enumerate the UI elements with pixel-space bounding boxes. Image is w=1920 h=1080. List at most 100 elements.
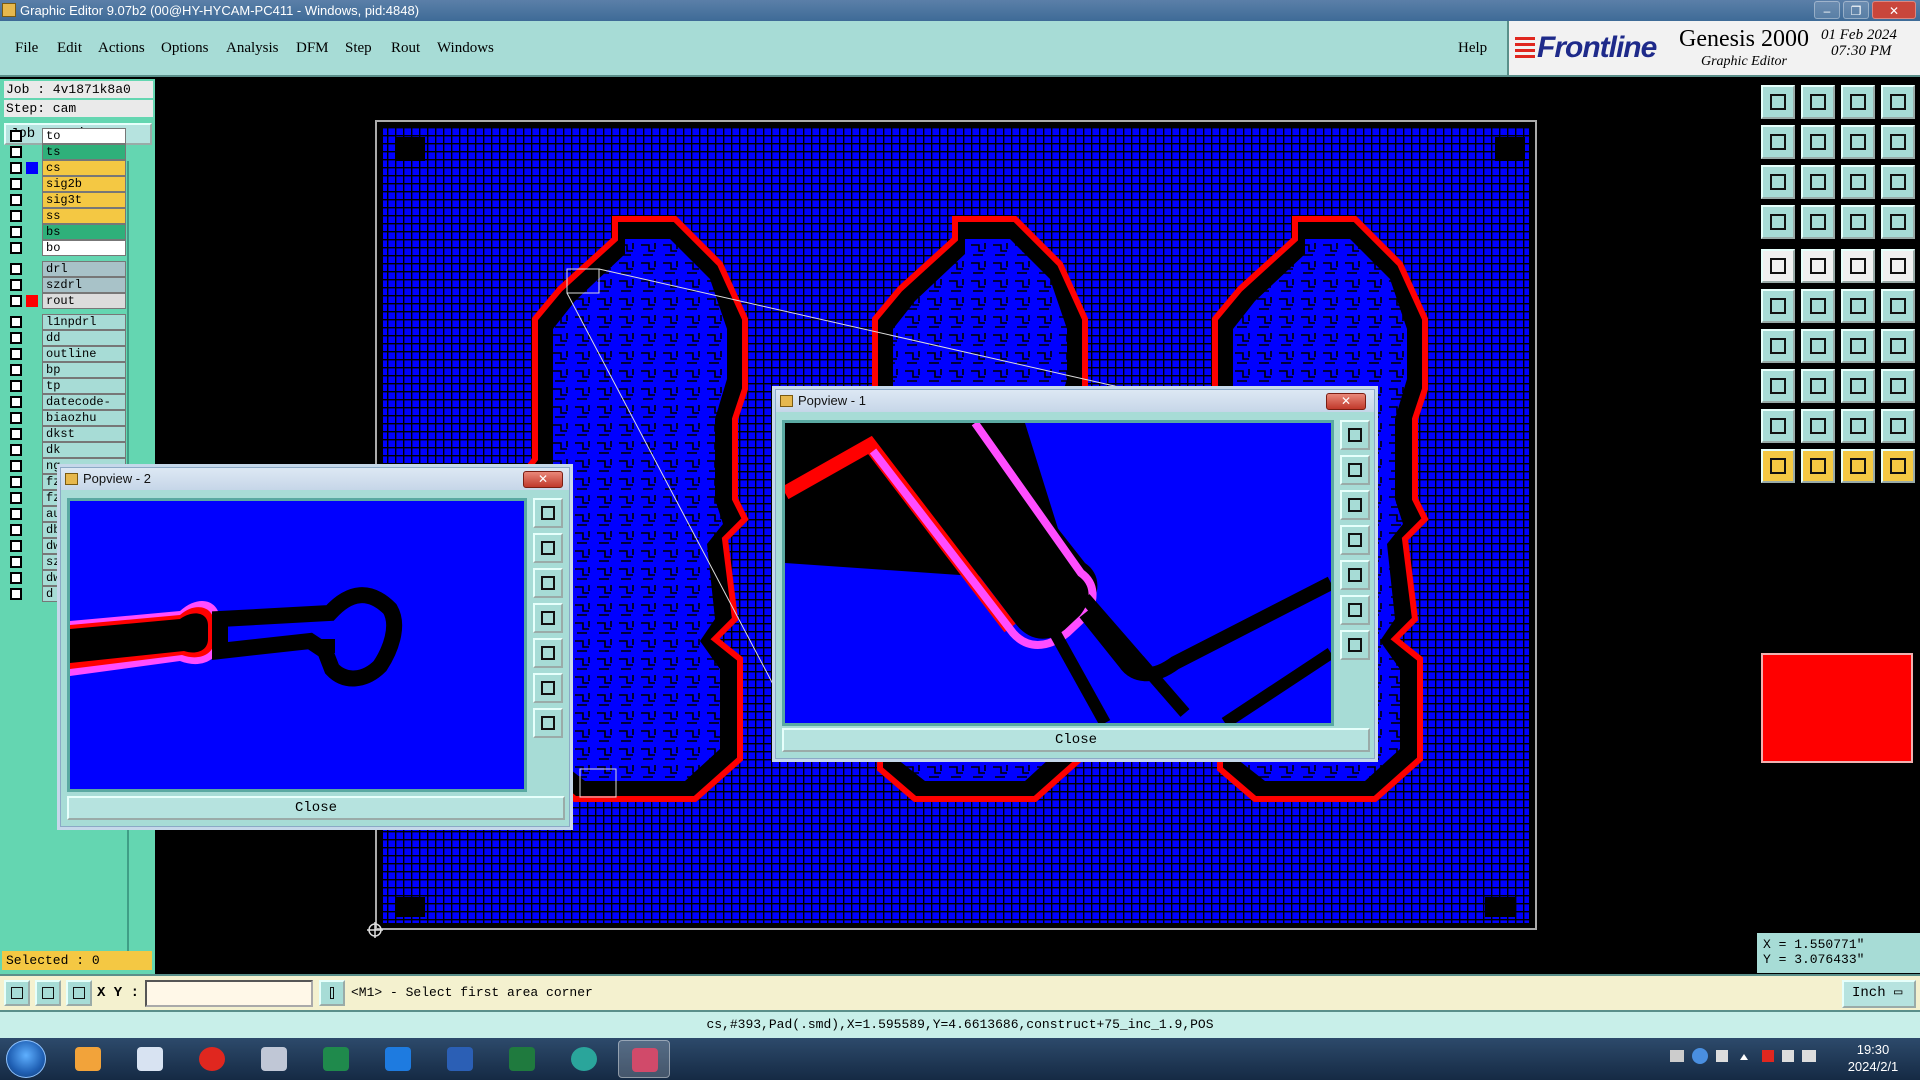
- layer-color-swatch[interactable]: [26, 412, 38, 424]
- tool-text-b-icon[interactable]: [1841, 409, 1875, 443]
- layer-display-checkbox[interactable]: [10, 295, 22, 307]
- layer-color-swatch[interactable]: [26, 396, 38, 408]
- popview-1-viewport[interactable]: [782, 420, 1334, 726]
- menu-windows[interactable]: Windows: [437, 40, 494, 57]
- layer-color-swatch[interactable]: [26, 364, 38, 376]
- tool-zoom-back-icon[interactable]: [1841, 125, 1875, 159]
- layer-row[interactable]: drl: [4, 261, 126, 277]
- layer-color-swatch[interactable]: [26, 444, 38, 456]
- layer-color-swatch[interactable]: [26, 316, 38, 328]
- tool-rotate-icon[interactable]: [1881, 369, 1915, 403]
- tool-select-icon[interactable]: [1761, 449, 1795, 483]
- taskbar-notes-icon[interactable]: [124, 1040, 176, 1078]
- tool-shape-icon[interactable]: [1761, 205, 1795, 239]
- window-titlebar[interactable]: Graphic Editor 9.07b2 (00@HY-HYCAM-PC411…: [0, 0, 1920, 21]
- tool-tri-icon[interactable]: [1761, 409, 1795, 443]
- layer-row[interactable]: ts: [4, 144, 126, 160]
- layer-display-checkbox[interactable]: [10, 540, 22, 552]
- layer-display-checkbox[interactable]: [10, 460, 22, 472]
- taskbar-save-icon[interactable]: [248, 1040, 300, 1078]
- popview-1-close-icon[interactable]: ✕: [1326, 393, 1366, 410]
- tray-help-icon[interactable]: [1692, 1048, 1708, 1064]
- layer-color-swatch[interactable]: [26, 380, 38, 392]
- layer-display-checkbox[interactable]: [10, 476, 22, 488]
- tool-grid-icon[interactable]: [1801, 205, 1835, 239]
- tool-filter-icon[interactable]: [1881, 205, 1915, 239]
- layer-color-swatch[interactable]: [26, 572, 38, 584]
- taskbar-eye-app-icon[interactable]: [558, 1040, 610, 1078]
- tool-pan-right-icon[interactable]: [1801, 125, 1835, 159]
- tool-slash-icon[interactable]: [1801, 329, 1835, 363]
- menu-step[interactable]: Step: [345, 40, 372, 57]
- popview-pan-up-icon[interactable]: [533, 533, 563, 563]
- menu-actions[interactable]: Actions: [98, 40, 145, 57]
- layer-display-checkbox[interactable]: [10, 279, 22, 291]
- tool-zoom-home-icon[interactable]: [1881, 125, 1915, 159]
- unit-selector[interactable]: Inch ▭: [1842, 980, 1916, 1008]
- popview-zoom-in-icon[interactable]: [1340, 595, 1370, 625]
- taskbar-shell-icon[interactable]: [62, 1040, 114, 1078]
- popview-pan-right-icon[interactable]: [1340, 560, 1370, 590]
- layer-display-checkbox[interactable]: [10, 348, 22, 360]
- layer-color-swatch[interactable]: [26, 194, 38, 206]
- tool-save-icon[interactable]: [1801, 85, 1835, 119]
- tool-route-icon[interactable]: [1881, 449, 1915, 483]
- popview-pan-down-icon[interactable]: [1340, 490, 1370, 520]
- tool-chain-icon[interactable]: [1801, 249, 1835, 283]
- tool-pad-icon[interactable]: [1761, 249, 1795, 283]
- menu-rout[interactable]: Rout: [391, 40, 420, 57]
- menu-help[interactable]: Help: [1458, 40, 1487, 57]
- tool-resize-icon[interactable]: [1841, 369, 1875, 403]
- tray-flag-icon[interactable]: [1762, 1050, 1774, 1062]
- popview-2-viewport[interactable]: [67, 498, 527, 792]
- tool-move-icon[interactable]: [1761, 369, 1795, 403]
- tool-snap-icon[interactable]: [1841, 205, 1875, 239]
- taskbar-p-app-icon[interactable]: [310, 1040, 362, 1078]
- layer-display-checkbox[interactable]: [10, 588, 22, 600]
- layer-color-swatch[interactable]: [26, 162, 38, 174]
- layer-display-checkbox[interactable]: [10, 332, 22, 344]
- layer-display-checkbox[interactable]: [10, 556, 22, 568]
- popview-2-close-icon[interactable]: ✕: [523, 471, 563, 488]
- pointer-mode-icon[interactable]: [319, 980, 345, 1006]
- tool-cross-icon[interactable]: [1801, 289, 1835, 323]
- layer-color-swatch[interactable]: [26, 508, 38, 520]
- menu-file[interactable]: File: [15, 40, 38, 57]
- layer-row[interactable]: datecode-bo: [4, 394, 126, 424]
- tool-mirror-icon[interactable]: [1881, 329, 1915, 363]
- layer-color-swatch[interactable]: [26, 540, 38, 552]
- popview-2-window[interactable]: Popview - 2 ✕ Close: [60, 467, 570, 827]
- popview-pan-left-icon[interactable]: [1340, 525, 1370, 555]
- tool-measure-icon[interactable]: [1841, 249, 1875, 283]
- menu-edit[interactable]: Edit: [57, 40, 82, 57]
- taskbar-clock[interactable]: 19:30 2024/2/1: [1830, 1041, 1916, 1075]
- layer-display-checkbox[interactable]: [10, 226, 22, 238]
- taskbar-genesis-icon[interactable]: [618, 1040, 670, 1078]
- layer-display-checkbox[interactable]: [10, 130, 22, 142]
- popview-zoom-out-icon[interactable]: [533, 708, 563, 738]
- tool-open-icon[interactable]: [1761, 85, 1795, 119]
- layer-color-swatch[interactable]: [26, 210, 38, 222]
- menu-options[interactable]: Options: [161, 40, 209, 57]
- layer-color-swatch[interactable]: [26, 588, 38, 600]
- work-layer-color[interactable]: [1761, 653, 1913, 763]
- popview-pan-right-icon[interactable]: [533, 638, 563, 668]
- popview-2-titlebar[interactable]: Popview - 2: [61, 468, 569, 490]
- layer-display-checkbox[interactable]: [10, 380, 22, 392]
- popview-pan-up-icon[interactable]: [1340, 455, 1370, 485]
- layer-display-checkbox[interactable]: [10, 178, 22, 190]
- layer-display-checkbox[interactable]: [10, 210, 22, 222]
- layer-row[interactable]: bp: [4, 362, 126, 378]
- tool-pan-left-icon[interactable]: [1761, 125, 1795, 159]
- layer-row[interactable]: l1npdrl: [4, 314, 126, 330]
- layer-color-swatch[interactable]: [26, 348, 38, 360]
- layer-display-checkbox[interactable]: [10, 492, 22, 504]
- tray-keyboard-icon[interactable]: [1670, 1050, 1684, 1062]
- start-button[interactable]: [6, 1040, 46, 1078]
- layer-color-swatch[interactable]: [26, 295, 38, 307]
- minimize-button[interactable]: –: [1814, 1, 1840, 19]
- layer-display-checkbox[interactable]: [10, 524, 22, 536]
- tool-window-icon[interactable]: [1881, 85, 1915, 119]
- tool-home-icon[interactable]: [1841, 85, 1875, 119]
- tool-fit-icon[interactable]: [1761, 165, 1795, 199]
